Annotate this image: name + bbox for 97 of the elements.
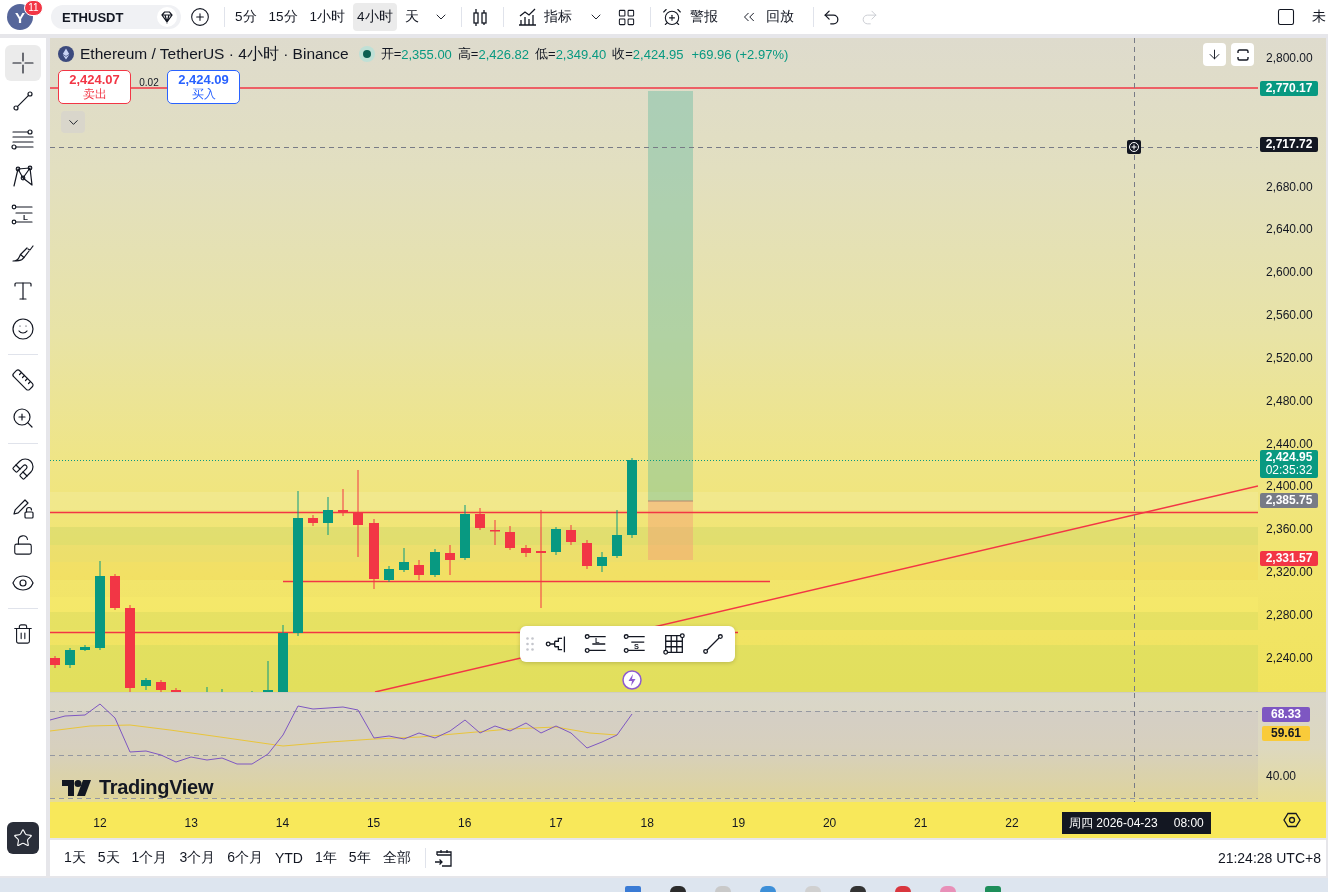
interval-tab[interactable]: 1小时 [305,3,350,31]
add-circle-icon [190,7,210,27]
status-dot-icon [358,46,375,62]
price-tag: 2,331.57 [1260,550,1318,566]
clock-text: 21:24:28 UTC+8 [1217,850,1321,866]
price-tag: 2,385.75 [1260,492,1318,508]
ohlc-value: 2,355.00 [401,46,452,62]
scroll-down-button[interactable] [1203,43,1226,66]
replay-button[interactable]: 回放 [735,3,798,31]
tradingview-logo-icon [62,779,94,796]
rsi-tag: 68.33 [1262,707,1310,723]
header-text: 未 [1312,8,1326,26]
rsi-tag: 59.61 [1262,726,1310,742]
time-text: 08:00 [1173,816,1204,830]
time-label: 19 [731,816,746,830]
price-label: 2,320.00 [1266,565,1313,578]
grid-icon [617,7,637,27]
time-label: 12 [93,816,107,830]
range-button[interactable]: 3个月 [173,845,222,871]
ruler-icon [11,368,35,392]
arrow-down-icon [1207,47,1222,62]
price-tag: 2,770.17 [1260,81,1318,97]
time-label: 15 [366,816,381,830]
line-icon [701,632,725,656]
price-tag: 2,424.95 02:35:32 [1260,450,1318,479]
text-icon [11,279,35,303]
bracket-frame-icon [1234,46,1251,63]
price-label: 2,280.00 [1266,608,1313,621]
ohlc-label: 低= [535,45,556,63]
symbol-search-button[interactable]: ETHUSDT [51,5,181,29]
ohlc-label: 收= [612,45,633,63]
time-label: 17 [549,816,563,830]
range-button[interactable]: YTD [269,845,309,871]
square-icon [1276,7,1296,27]
ohlc-value: 2,426.82 [478,46,530,62]
price-label: 2,480.00 [1266,394,1313,407]
brand-name: TradingView [99,776,214,799]
unlocked-icon [12,534,34,556]
range-button[interactable]: 1年 [309,845,343,871]
spread-value: 0.02 [138,77,160,88]
symbol-title: Ethereum / TetherUS · 4小时 · Binance [80,43,349,64]
smiley-icon [11,317,35,341]
interval-tab[interactable]: 天 [400,3,423,31]
plus-icon [1127,140,1141,154]
price-label: 2,640.00 [1266,223,1313,236]
price-change: +69.96 (+2.97%) [691,46,789,62]
rsi-label: 40.00 [1266,770,1297,783]
indicators-button[interactable]: 指标 [511,3,576,31]
alarm-clock-icon [661,7,682,27]
price-label: 2,520.00 [1266,351,1313,364]
price-label: 2,800.00 [1266,52,1313,65]
crosshair-tool-button[interactable] [5,45,41,81]
range-button[interactable]: 5年 [342,845,377,871]
trash-icon [12,623,34,645]
time-label: 16 [458,816,472,830]
time-label: 22 [1005,816,1019,830]
time-label: 13 [184,816,198,830]
time-label: 20 [822,816,837,830]
range-button[interactable]: 1天 [58,845,92,871]
taskbar-app-icon[interactable] [670,886,686,892]
price-tag: 2,717.72 [1260,137,1318,153]
date-text: 周四 2026-04-23 [1069,814,1158,832]
taskbar-app-icon[interactable] [850,886,866,892]
favorites-button[interactable] [7,822,39,854]
price-label: 2,400.00 [1266,480,1313,493]
interval-tab[interactable]: 15分 [264,3,302,31]
zoom-in-icon [11,406,35,430]
price-label: 2,680.00 [1266,180,1313,193]
price-label: 2,240.00 [1266,651,1313,664]
buy-button[interactable]: 2,424.09 买入 [167,70,240,104]
grid-icon [662,632,686,656]
calendar-arrow-icon [432,847,455,869]
time-label: 21 [914,816,928,830]
interval-tab[interactable]: 5分 [231,3,261,31]
range-button[interactable]: 1个月 [125,845,174,871]
star-icon [13,828,33,848]
range-button[interactable]: 6个月 [221,845,269,871]
magnet-icon [11,457,35,481]
range-button[interactable]: 全部 [376,845,417,871]
time-label: 14 [275,816,290,830]
ohlc-value: 2,349.40 [555,46,607,62]
range-button[interactable]: 5天 [91,845,126,871]
ohlc-value: 2,424.95 [632,46,684,62]
price-label: 2,600.00 [1266,266,1313,279]
ethereum-logo-icon [58,46,74,62]
alert-button[interactable]: 警报 [657,3,722,31]
frame-button[interactable] [1231,43,1254,66]
interval-tab[interactable]: 4小时 [353,3,397,31]
settings-icon [1283,811,1301,829]
price-label: 2,360.00 [1266,523,1313,536]
ohlc-label: 开= [380,45,402,63]
price-label: 2,440.00 [1266,437,1313,450]
sell-button[interactable]: 2,424.07 卖出 [58,70,131,104]
time-label: 18 [640,816,654,830]
price-label: 2,560.00 [1266,309,1313,322]
ohlc-label: 高= [457,45,479,63]
notification-badge: 11 [24,0,43,16]
